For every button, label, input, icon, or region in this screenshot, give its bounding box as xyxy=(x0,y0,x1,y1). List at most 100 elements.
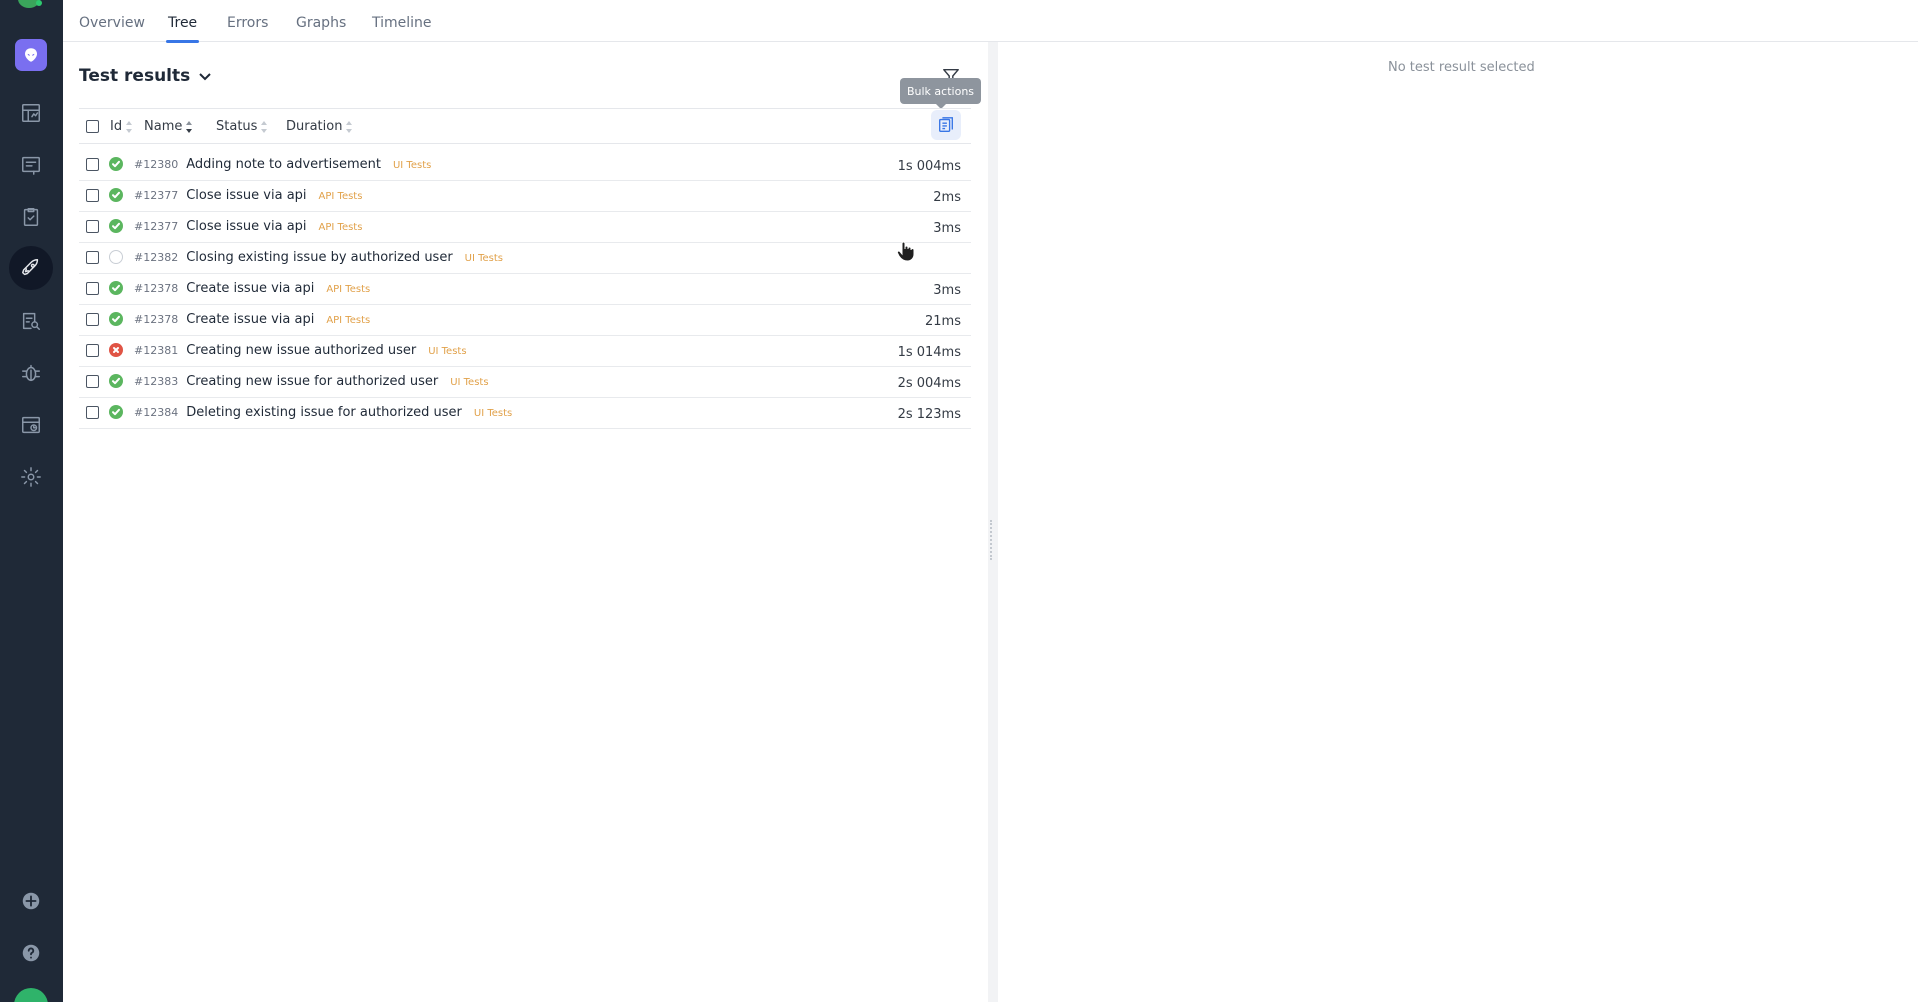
test-tag: UI Tests xyxy=(392,160,432,171)
row-text: #12378 Create issue via api API Tests xyxy=(134,312,370,327)
tab-errors[interactable]: Errors xyxy=(227,15,268,42)
row-text: #12381 Creating new issue authorized user… xyxy=(134,343,467,358)
status-passed-icon xyxy=(109,374,123,388)
tab-graphs[interactable]: Graphs xyxy=(296,15,346,42)
row-checkbox[interactable] xyxy=(86,220,99,233)
dashboard-icon xyxy=(22,104,40,122)
row-checkbox[interactable] xyxy=(86,406,99,419)
sidebar-item-jobs[interactable] xyxy=(12,406,50,444)
test-name: Create issue via api xyxy=(186,281,315,296)
status-passed-icon xyxy=(109,281,123,295)
sidebar-item-dashboards[interactable] xyxy=(12,94,50,132)
tab-tree[interactable]: Tree xyxy=(165,15,200,43)
row-checkbox[interactable] xyxy=(86,313,99,326)
sort-icon xyxy=(346,120,354,133)
sidebar-item-settings[interactable] xyxy=(12,458,50,496)
test-id: #12377 xyxy=(134,220,179,233)
table-row[interactable]: #12382 Closing existing issue by authoriz… xyxy=(79,243,971,274)
test-name: Creating new issue authorized user xyxy=(186,343,417,358)
test-id: #12378 xyxy=(134,282,179,295)
search-report-icon xyxy=(22,312,40,330)
column-duration-label: Duration xyxy=(286,119,343,134)
test-tag: UI Tests xyxy=(464,253,504,264)
row-checkbox[interactable] xyxy=(86,189,99,202)
column-status-label: Status xyxy=(216,119,258,134)
plus-circle-icon xyxy=(22,892,40,910)
user-avatar[interactable] xyxy=(14,988,48,1002)
select-all-checkbox[interactable] xyxy=(86,120,99,133)
cross-icon xyxy=(113,347,119,353)
test-duration: 2s 123ms xyxy=(897,407,961,422)
test-duration: 21ms xyxy=(925,314,961,329)
sidebar-item-test-plans[interactable] xyxy=(12,198,50,236)
table-row[interactable]: #12383 Creating new issue for authorized … xyxy=(79,367,971,398)
help-button[interactable] xyxy=(12,934,50,972)
table-row[interactable]: #12377 Close issue via api API Tests 3ms xyxy=(79,212,971,243)
test-cases-icon xyxy=(22,156,40,175)
tab-bar: Overview Tree Errors Graphs Timeline xyxy=(63,0,1918,43)
tab-timeline[interactable]: Timeline xyxy=(372,15,432,42)
test-duration: 3ms xyxy=(933,221,961,236)
chevron-down-icon xyxy=(199,73,211,81)
hand-cursor-icon xyxy=(896,241,915,262)
sort-icon xyxy=(186,120,194,133)
table-row[interactable]: #12378 Create issue via api API Tests 21ms xyxy=(79,305,971,336)
sidebar-item-analytics[interactable] xyxy=(12,302,50,340)
check-icon xyxy=(112,222,120,230)
test-tag: API Tests xyxy=(326,315,371,326)
test-tag: API Tests xyxy=(318,191,363,202)
sidebar-item-test-cases[interactable] xyxy=(12,146,50,184)
column-name[interactable]: Name xyxy=(144,119,194,134)
status-passed-icon xyxy=(109,157,123,171)
bug-icon xyxy=(22,364,40,382)
test-duration: 1s 004ms xyxy=(897,159,961,174)
sort-icon xyxy=(261,120,269,133)
test-id: #12383 xyxy=(134,375,179,388)
column-duration[interactable]: Duration xyxy=(286,119,354,134)
check-icon xyxy=(112,408,120,416)
rocket-icon xyxy=(22,259,39,276)
alien-icon xyxy=(25,48,37,62)
row-text: #12380 Adding note to advertisement UI Tes… xyxy=(134,157,431,172)
status-passed-icon xyxy=(109,312,123,326)
test-name: Create issue via api xyxy=(186,312,315,327)
status-passed-icon xyxy=(109,405,123,419)
row-checkbox[interactable] xyxy=(86,282,99,295)
help-icon xyxy=(22,944,40,962)
row-checkbox[interactable] xyxy=(86,158,99,171)
status-unknown-icon xyxy=(109,250,123,264)
test-duration: 1s 014ms xyxy=(897,345,961,360)
column-id[interactable]: Id xyxy=(110,119,134,134)
test-tag: API Tests xyxy=(318,222,363,233)
row-text: #12382 Closing existing issue by authoriz… xyxy=(134,250,503,265)
tab-overview[interactable]: Overview xyxy=(79,15,145,42)
row-text: #12378 Create issue via api API Tests xyxy=(134,281,370,296)
table-row[interactable]: #12378 Create issue via api API Tests 3ms xyxy=(79,274,971,305)
table-row[interactable]: #12384 Deleting existing issue for author… xyxy=(79,398,971,429)
table-row[interactable]: #12380 Adding note to advertisement UI Tes… xyxy=(79,150,971,181)
test-id: #12377 xyxy=(134,189,179,202)
check-icon xyxy=(112,191,120,199)
row-checkbox[interactable] xyxy=(86,375,99,388)
jobs-icon xyxy=(22,416,40,434)
check-icon xyxy=(112,377,120,385)
table-row[interactable]: #12381 Creating new issue authorized user… xyxy=(79,336,971,367)
test-duration: 2ms xyxy=(933,190,961,205)
table-row[interactable]: #12377 Close issue via api API Tests 2ms xyxy=(79,181,971,212)
resize-handle[interactable] xyxy=(990,520,994,560)
gear-icon xyxy=(21,467,41,487)
row-checkbox[interactable] xyxy=(86,344,99,357)
sidebar-item-defects[interactable] xyxy=(12,354,50,392)
test-tag: API Tests xyxy=(326,284,371,295)
sidebar-item-launches[interactable] xyxy=(9,246,53,290)
project-avatar[interactable] xyxy=(15,39,47,71)
test-name: Deleting existing issue for authorized u… xyxy=(186,405,462,420)
test-id: #12382 xyxy=(134,251,179,264)
column-status[interactable]: Status xyxy=(216,119,269,134)
add-button[interactable] xyxy=(12,882,50,920)
test-results-title[interactable]: Test results xyxy=(79,66,212,86)
column-id-label: Id xyxy=(110,119,123,134)
test-name: Closing existing issue by authorized use… xyxy=(186,250,453,265)
row-checkbox[interactable] xyxy=(86,251,99,264)
test-duration: 2s 004ms xyxy=(897,376,961,391)
